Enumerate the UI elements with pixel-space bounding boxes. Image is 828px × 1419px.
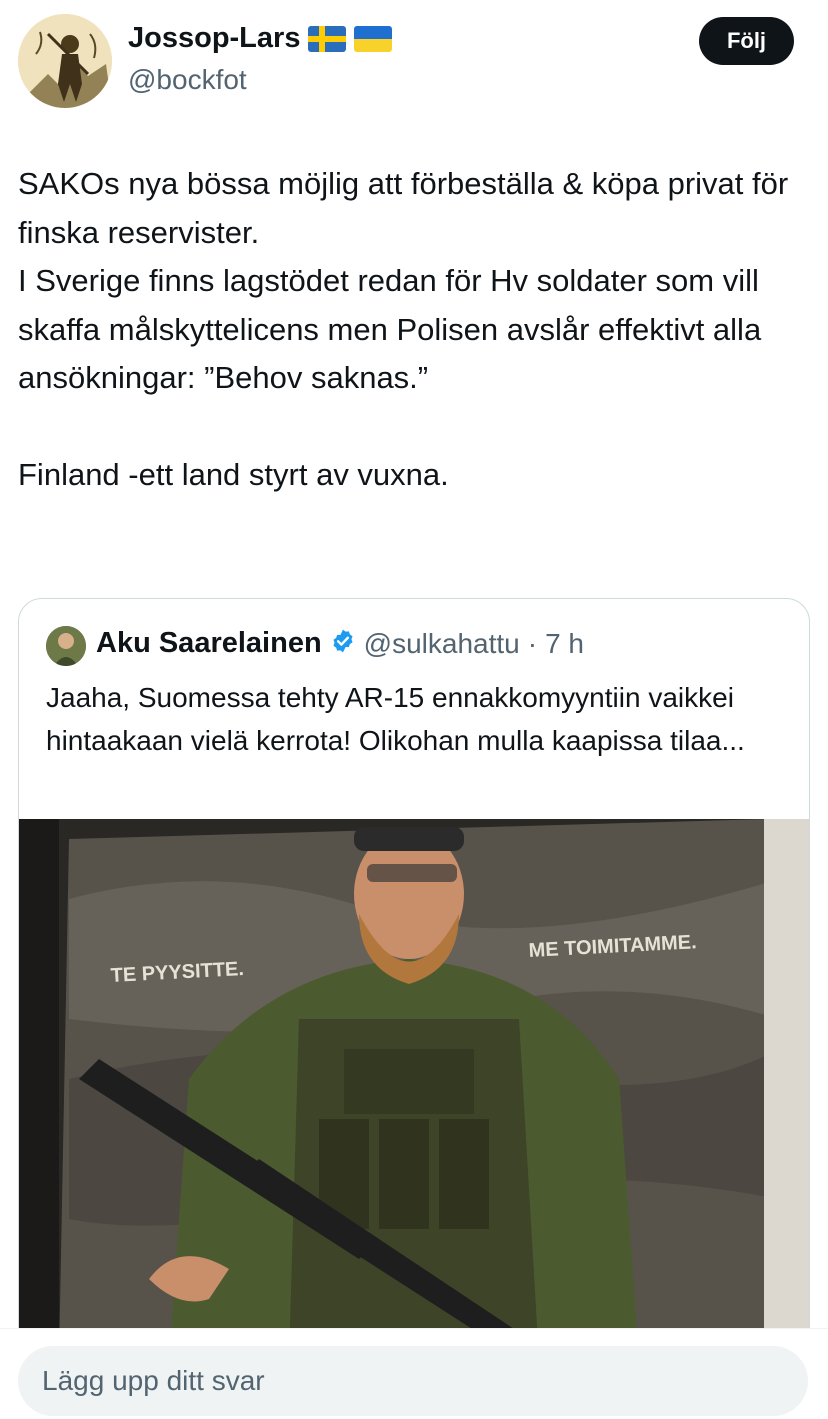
- sweden-flag-icon: [308, 25, 347, 52]
- author-handle[interactable]: @bockfot: [128, 64, 247, 96]
- poster-photo: TE PYYSITTE. ME TOIMITAMME.: [19, 819, 809, 1359]
- quoted-handle[interactable]: @sulkahattu: [364, 628, 520, 660]
- reply-input[interactable]: [18, 1346, 808, 1416]
- soldier-avatar-image: [46, 626, 86, 666]
- author-display-name[interactable]: Jossop-Lars: [128, 22, 300, 55]
- quoted-text: Jaaha, Suomessa tehty AR-15 ennakkomyynt…: [46, 682, 745, 756]
- quoted-display-name[interactable]: Aku Saarelainen: [96, 627, 322, 660]
- ukraine-flag-icon: [354, 25, 393, 52]
- tweet-line: Finland -ett land styrt av vuxna.: [18, 456, 449, 492]
- tweet-header: Jossop-Lars @bockfot Följ: [0, 0, 828, 120]
- quoted-media-image[interactable]: TE PYYSITTE. ME TOIMITAMME.: [19, 819, 809, 1359]
- dot-separator: ·: [527, 627, 538, 659]
- reply-bar: [0, 1328, 828, 1419]
- quoted-tweet[interactable]: Aku Saarelainen @sulkahattu · 7 h Jaaha,…: [18, 598, 810, 1360]
- quoted-author-avatar[interactable]: [46, 626, 86, 666]
- tweet-text: SAKOs nya bössa möjlig att förbeställa &…: [18, 160, 798, 500]
- tweet-line: SAKOs nya bössa möjlig att förbeställa &…: [18, 166, 789, 250]
- author-name-row: Jossop-Lars: [128, 22, 393, 55]
- tweet-line: I Sverige finns lagstödet redan för Hv s…: [18, 263, 762, 396]
- verified-badge-icon: [330, 628, 356, 659]
- engraving-avatar-image: [18, 14, 112, 108]
- quoted-timestamp[interactable]: 7 h: [545, 628, 584, 660]
- follow-button[interactable]: Följ: [699, 17, 794, 65]
- author-avatar[interactable]: [18, 14, 112, 108]
- quoted-author-row: Aku Saarelainen @sulkahattu · 7 h: [96, 627, 584, 660]
